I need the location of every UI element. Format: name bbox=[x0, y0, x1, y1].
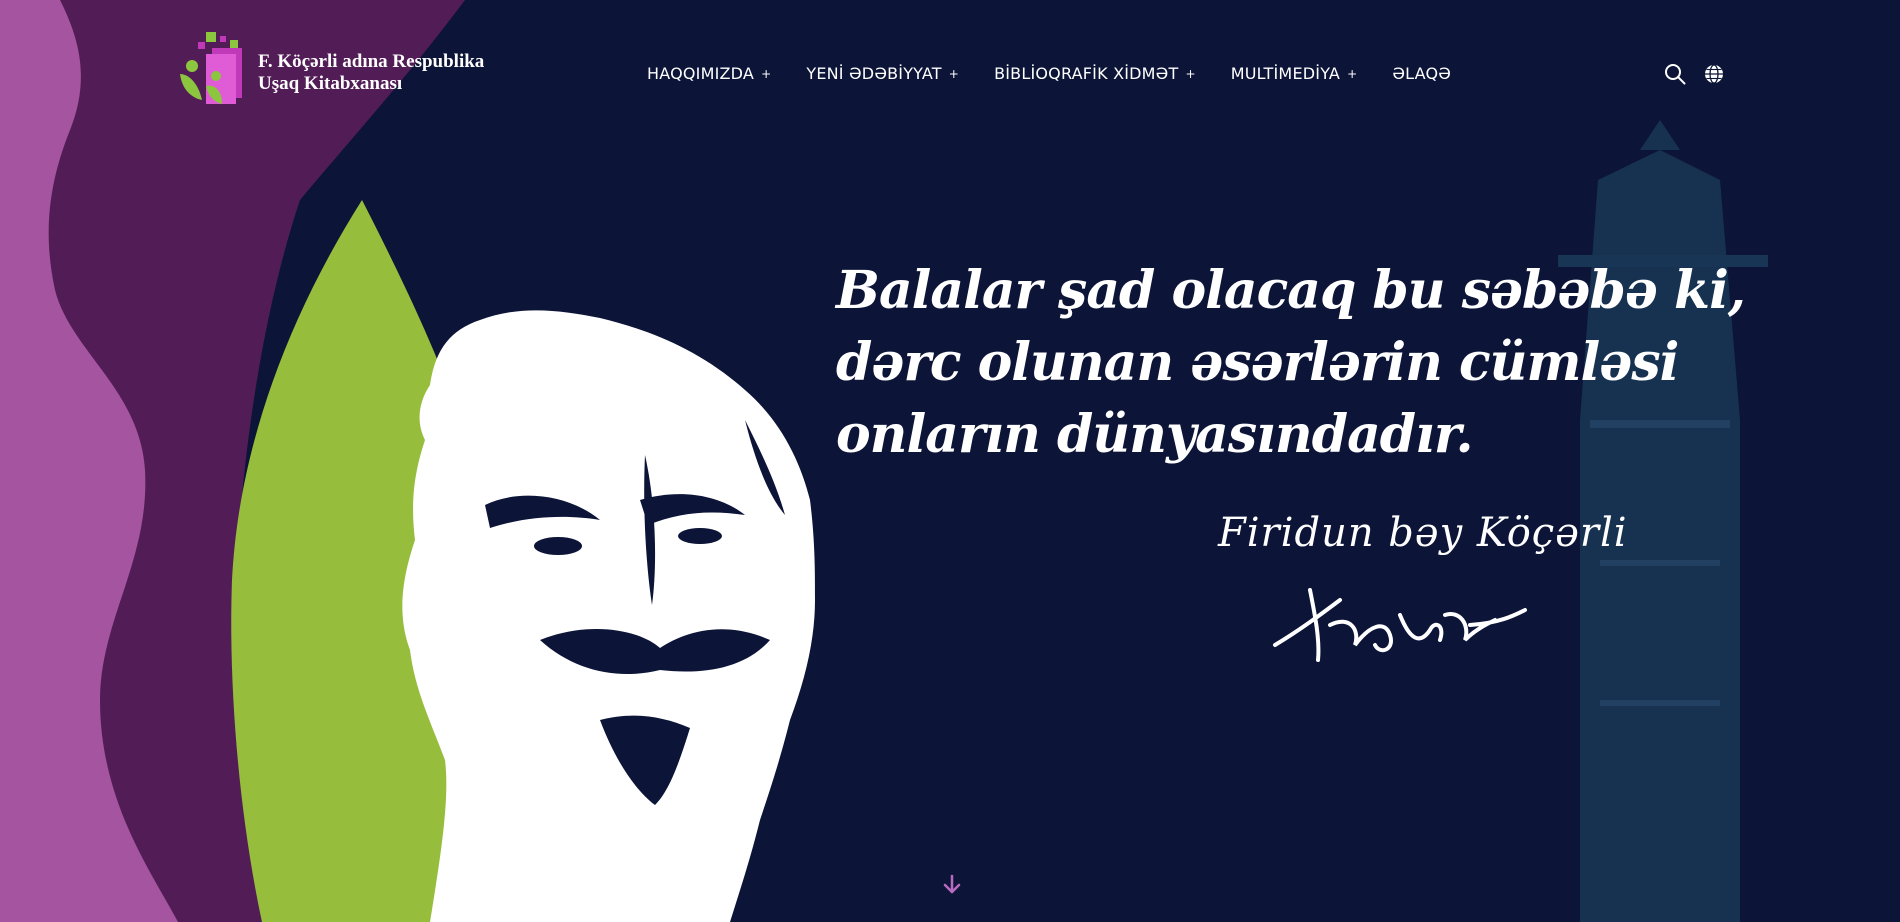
globe-icon[interactable] bbox=[1704, 64, 1724, 84]
search-icon[interactable] bbox=[1664, 63, 1686, 85]
nav-item-label: MULTİMEDİYA bbox=[1230, 64, 1341, 83]
quote-author: Firidun bəy Köçərli bbox=[1218, 510, 1628, 556]
hero-quote: Balalar şad olacaq bu səbəbə ki, dərc ol… bbox=[836, 255, 1746, 471]
quote-line: Balalar şad olacaq bu səbəbə ki, bbox=[836, 260, 1746, 321]
plus-icon: + bbox=[948, 66, 960, 81]
quote-line: dərc olunan əsərlərin cümləsi bbox=[836, 332, 1679, 393]
main-nav: HAQQIMIZDA + YENİ ƏDƏBİYYAT + BİBLİOQRAF… bbox=[647, 64, 1451, 83]
nav-item-yeni-edebiyyat[interactable]: YENİ ƏDƏBİYYAT + bbox=[806, 64, 959, 83]
arrow-down-icon[interactable] bbox=[942, 874, 962, 896]
nav-item-haqqimizda[interactable]: HAQQIMIZDA + bbox=[647, 64, 771, 83]
plus-icon: + bbox=[1347, 66, 1358, 81]
plus-icon: + bbox=[1185, 66, 1196, 81]
header-tools bbox=[1664, 63, 1742, 85]
portrait-illustration bbox=[402, 310, 815, 922]
nav-item-label: YENİ ƏDƏBİYYAT bbox=[806, 64, 942, 83]
plus-icon: + bbox=[761, 66, 772, 81]
library-logo-icon bbox=[180, 32, 242, 104]
nav-item-label: BİBLİOQRAFİK XİDMƏT bbox=[994, 64, 1179, 83]
nav-item-elaqe[interactable]: ƏLAQƏ bbox=[1392, 64, 1451, 83]
nav-item-biblioqrafik-xidmet[interactable]: BİBLİOQRAFİK XİDMƏT + bbox=[994, 64, 1196, 83]
site-logo[interactable]: F. Köçərli adına Respublika Uşaq Kitabxa… bbox=[176, 30, 484, 116]
quote-line: onların dünyasındadır. bbox=[836, 404, 1474, 465]
nav-item-multimediya[interactable]: MULTİMEDİYA + bbox=[1231, 64, 1358, 83]
site-header: F. Köçərli adına Respublika Uşaq Kitabxa… bbox=[0, 0, 1900, 150]
nav-item-label: ƏLAQƏ bbox=[1392, 64, 1452, 83]
logo-title-line1: F. Köçərli adına Respublika bbox=[258, 51, 485, 72]
logo-title-line2: Uşaq Kitabxanası bbox=[258, 73, 403, 94]
signature-image bbox=[1273, 588, 1527, 662]
nav-item-label: HAQQIMIZDA bbox=[647, 64, 755, 83]
